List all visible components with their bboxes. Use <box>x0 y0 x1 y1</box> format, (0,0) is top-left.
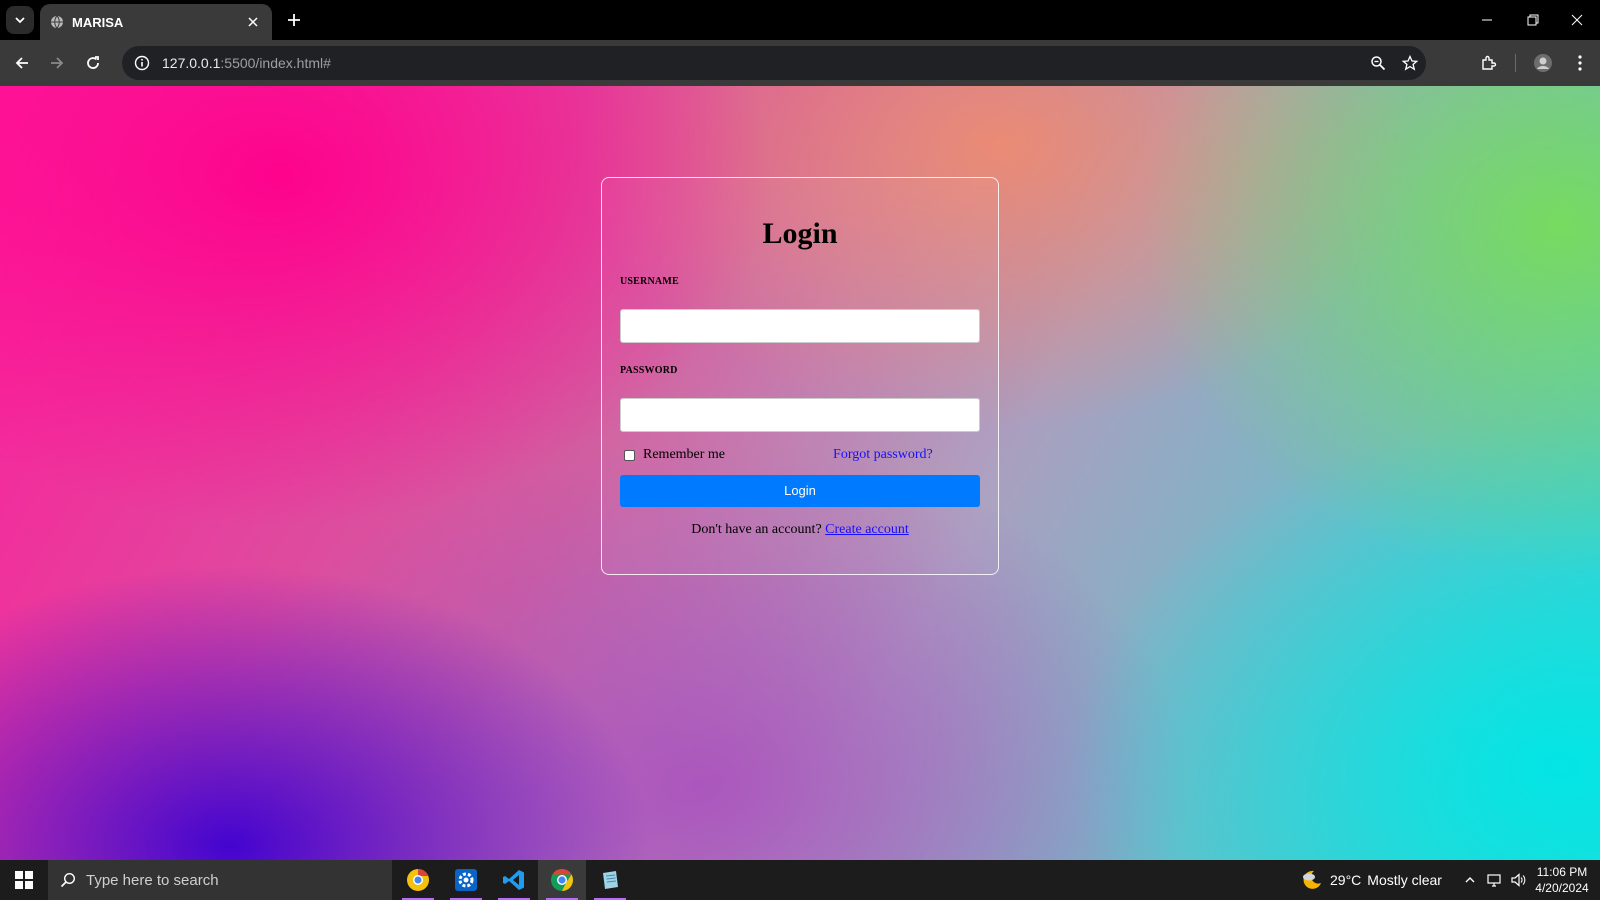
browser-tab[interactable]: MARISA <box>40 4 272 40</box>
taskbar-app-chrome[interactable] <box>538 860 586 900</box>
taskbar: Type here to search 29°C Mostly clear 11… <box>0 860 1600 900</box>
remember-checkbox[interactable] <box>624 449 635 461</box>
windows-icon <box>15 871 33 889</box>
login-title: Login <box>762 217 838 250</box>
password-input[interactable] <box>620 398 980 432</box>
login-button[interactable]: Login <box>620 475 980 507</box>
tab-title: MARISA <box>72 14 124 30</box>
chevron-up-icon <box>1465 877 1475 883</box>
restore-icon <box>1527 14 1539 26</box>
url-path: :5500/index.html# <box>220 55 331 71</box>
taskbar-search[interactable]: Type here to search <box>48 860 392 900</box>
start-button[interactable] <box>0 860 48 900</box>
browser-menu-button[interactable] <box>1567 50 1593 76</box>
taskbar-app-notes[interactable] <box>586 860 634 900</box>
reload-icon <box>87 56 99 69</box>
browser-toolbar: 127.0.0.1:5500/index.html# <box>0 40 1600 86</box>
restore-button[interactable] <box>1510 0 1556 40</box>
zoom-icon <box>1371 56 1386 71</box>
search-placeholder: Type here to search <box>86 871 219 889</box>
network-icon <box>1487 874 1501 887</box>
tab-bar: MARISA <box>0 0 1600 40</box>
signup-prompt: Don't have an account? <box>691 522 822 537</box>
weather-widget[interactable]: 29°C Mostly clear <box>1300 860 1442 900</box>
chevron-down-icon <box>15 17 25 24</box>
tab-search-button[interactable] <box>6 6 34 34</box>
toolbar-divider <box>1515 54 1516 72</box>
star-icon <box>1402 55 1418 71</box>
vscode-icon <box>503 870 524 890</box>
zoom-button[interactable] <box>1368 53 1388 73</box>
info-icon[interactable] <box>134 55 150 71</box>
taskbar-app-settings[interactable] <box>442 860 490 900</box>
close-icon <box>248 17 258 27</box>
browser-app-icon <box>407 868 429 891</box>
chrome-icon <box>551 869 573 891</box>
more-vertical-icon <box>1578 55 1582 71</box>
taskbar-app-vscode[interactable] <box>490 860 538 900</box>
back-button[interactable] <box>9 50 35 76</box>
reload-button[interactable] <box>80 50 106 76</box>
plus-icon <box>288 14 300 26</box>
avatar-icon <box>1534 54 1552 72</box>
notepad-icon <box>603 871 618 889</box>
moon-cloud-icon <box>1303 870 1321 889</box>
password-label: PASSWORD <box>620 365 678 376</box>
profile-button[interactable] <box>1530 50 1556 76</box>
globe-icon <box>51 15 63 29</box>
forward-button[interactable] <box>44 50 70 76</box>
page-viewport: Login USERNAME PASSWORD Remember me Forg… <box>0 86 1600 860</box>
create-account-link[interactable]: Create account <box>825 522 909 537</box>
clock-time: 11:06 PM <box>1536 865 1588 879</box>
address-bar[interactable]: 127.0.0.1:5500/index.html# <box>122 46 1426 80</box>
new-tab-button[interactable] <box>282 8 306 32</box>
login-card: Login USERNAME PASSWORD Remember me Forg… <box>601 177 999 575</box>
network-button[interactable] <box>1484 870 1504 890</box>
system-clock[interactable]: 11:06 PM 4/20/2024 <box>1528 864 1596 896</box>
taskbar-app-chrome-alt[interactable] <box>394 860 442 900</box>
minimize-icon <box>1482 19 1492 21</box>
weather-condition: Mostly clear <box>1367 872 1442 888</box>
bookmark-button[interactable] <box>1400 53 1420 73</box>
arrow-right-icon <box>51 57 64 69</box>
forgot-password-link[interactable]: Forgot password? <box>833 447 933 463</box>
options-row: Remember me Forgot password? <box>620 446 980 464</box>
extensions-button[interactable] <box>1476 50 1502 76</box>
puzzle-icon <box>1482 55 1497 70</box>
speaker-icon <box>1511 873 1526 887</box>
close-window-button[interactable] <box>1554 0 1600 40</box>
tab-close-button[interactable] <box>244 13 262 31</box>
show-hidden-icons-button[interactable] <box>1460 870 1480 890</box>
gear-icon <box>455 869 477 891</box>
weather-temperature: 29°C <box>1330 872 1362 888</box>
clock-date: 4/20/2024 <box>1535 881 1589 895</box>
url-host: 127.0.0.1 <box>162 55 221 71</box>
username-input[interactable] <box>620 309 980 343</box>
username-label: USERNAME <box>620 276 679 287</box>
volume-button[interactable] <box>1508 870 1528 890</box>
search-icon <box>60 872 76 888</box>
signup-row: Don't have an account? Create account <box>620 522 980 538</box>
arrow-left-icon <box>15 57 28 69</box>
minimize-button[interactable] <box>1464 0 1510 40</box>
remember-label[interactable]: Remember me <box>643 447 725 463</box>
close-icon <box>1571 14 1583 26</box>
